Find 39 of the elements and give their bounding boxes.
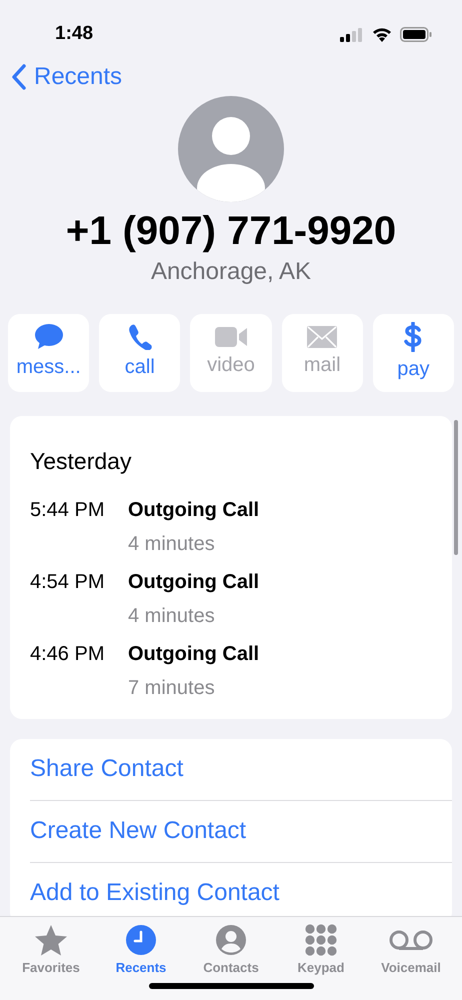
contact-link[interactable]: Share Contact [30,738,452,800]
phone-icon [128,324,152,350]
recents-tab[interactable]: Recents [96,923,186,1000]
video-camera-icon [215,326,247,348]
voicemail-tab[interactable]: Voicemail [366,923,456,1000]
call-type: Outgoing Call [128,570,260,594]
call-time: 5:44 PM [30,498,106,522]
envelope-icon [307,326,338,348]
battery-icon [400,27,432,42]
contact-link[interactable]: Add to Existing Contact [30,862,452,910]
call-duration: 4 minutes [128,532,216,556]
call-duration: 4 minutes [128,604,216,628]
voicemail-icon [389,930,433,950]
call-time: 4:54 PM [30,570,106,594]
signal-icon [340,28,364,42]
person-icon [216,925,246,955]
back-button[interactable]: Recents [0,59,134,95]
call-type: Outgoing Call [128,642,260,666]
star-icon [35,924,67,956]
location-label: Anchorage, AK [150,257,312,287]
date-heading: Yesterday [30,447,132,476]
clock-icon [126,925,156,955]
pay-action-button[interactable]: pay [372,314,454,392]
call-time: 4:46 PM [30,642,106,666]
call-duration: 7 minutes [128,676,216,700]
contact-link[interactable]: Create New Contact [30,800,452,862]
call-type: Outgoing Call [128,498,260,522]
status-time: 1:48 [55,22,94,46]
keypad-tab[interactable]: Keypad [276,923,366,1000]
speech-bubble-icon [34,324,63,350]
phone-number: +1 (907) 771-9920 [66,208,396,254]
message-action-button[interactable]: mess... [8,314,90,392]
wifi-icon [372,27,392,42]
favorites-tab[interactable]: Favorites [6,923,96,1000]
avatar-icon [178,96,284,202]
call-action-button[interactable]: call [99,314,180,392]
keypad-icon [305,924,337,956]
dollar-icon [403,322,424,352]
chevron-icon [12,64,26,90]
